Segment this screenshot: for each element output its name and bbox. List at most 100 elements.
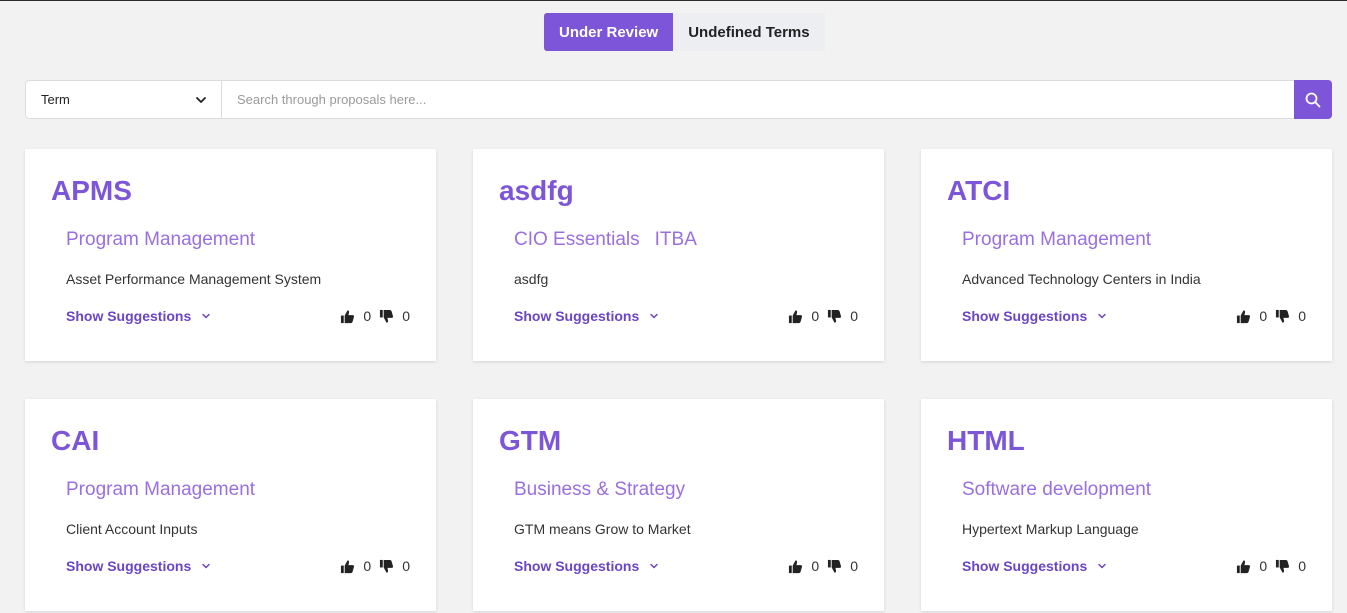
category-tag[interactable]: ITBA [655,229,697,251]
category-tag[interactable]: Program Management [66,479,255,501]
show-suggestions-button[interactable]: Show Suggestions [962,308,1107,324]
term-description: Client Account Inputs [66,521,198,537]
upvote-count: 0 [363,308,372,324]
upvote-button[interactable] [1236,559,1251,574]
show-suggestions-button[interactable]: Show Suggestions [514,308,659,324]
thumbs-down-icon [380,559,394,573]
chevron-down-icon [1098,313,1106,319]
upvote-count: 0 [363,558,372,574]
upvote-button[interactable] [788,559,803,574]
thumbs-down-icon [1276,559,1290,573]
show-suggestions-label: Show Suggestions [66,558,192,574]
proposal-card: CAI Program Management Client Account In… [25,399,436,611]
search-icon [1305,92,1321,107]
term-description: asdfg [514,271,549,287]
upvote-count: 0 [1259,558,1268,574]
thumbs-up-icon [789,559,803,573]
show-suggestions-label: Show Suggestions [514,308,640,324]
category-list: Software development [962,479,1151,501]
downvote-count: 0 [850,558,858,574]
show-suggestions-button[interactable]: Show Suggestions [66,558,211,574]
vote-controls: 0 0 [788,308,858,324]
thumbs-up-icon [1237,559,1251,573]
category-tag[interactable]: Program Management [962,229,1151,251]
vote-controls: 0 0 [1236,308,1306,324]
term-description: GTM means Grow to Market [514,521,691,537]
search-bar: Term [25,80,1332,119]
term-title: CAI [51,425,100,456]
search-button[interactable] [1294,80,1332,119]
vote-controls: 0 0 [788,558,858,574]
proposal-card: APMS Program Management Asset Performanc… [25,149,436,361]
show-suggestions-button[interactable]: Show Suggestions [66,308,211,324]
term-title: APMS [51,175,132,206]
downvote-button[interactable] [379,559,394,574]
term-description: Advanced Technology Centers in India [962,271,1201,287]
show-suggestions-label: Show Suggestions [962,558,1088,574]
thumbs-up-icon [789,309,803,323]
upvote-count: 0 [1259,308,1268,324]
show-suggestions-button[interactable]: Show Suggestions [962,558,1107,574]
category-list: Program Management [66,229,255,251]
category-tag[interactable]: Business & Strategy [514,479,685,501]
upvote-count: 0 [811,558,820,574]
downvote-count: 0 [402,308,410,324]
downvote-button[interactable] [827,559,842,574]
upvote-button[interactable] [788,309,803,324]
downvote-count: 0 [402,558,410,574]
downvote-button[interactable] [1275,309,1290,324]
search-filter-select[interactable]: Term [26,81,222,118]
thumbs-up-icon [341,559,355,573]
term-description: Hypertext Markup Language [962,521,1139,537]
category-tag[interactable]: Program Management [66,229,255,251]
proposal-card: ATCI Program Management Advanced Technol… [921,149,1332,361]
term-description: Asset Performance Management System [66,271,322,287]
vote-controls: 0 0 [340,558,410,574]
upvote-count: 0 [811,308,820,324]
downvote-count: 0 [850,308,858,324]
show-suggestions-button[interactable]: Show Suggestions [514,558,659,574]
downvote-button[interactable] [1275,559,1290,574]
proposal-card: asdfg CIO Essentials ITBA asdfg Show Sugg… [473,149,884,361]
term-title: HTML [947,425,1025,456]
thumbs-down-icon [828,559,842,573]
review-tabs: Under Review Undefined Terms [544,13,825,51]
show-suggestions-label: Show Suggestions [66,308,192,324]
upvote-button[interactable] [340,559,355,574]
tab-undefined-terms[interactable]: Undefined Terms [673,13,825,51]
show-suggestions-label: Show Suggestions [962,308,1088,324]
chevron-down-icon [1098,563,1106,569]
thumbs-up-icon [341,309,355,323]
thumbs-up-icon [1237,309,1251,323]
category-list: Business & Strategy [514,479,685,501]
term-title: GTM [499,425,562,456]
upvote-button[interactable] [1236,309,1251,324]
category-list: Program Management [66,479,255,501]
search-input[interactable] [222,81,1294,118]
search-filter-value: Term [41,92,70,107]
downvote-count: 0 [1298,558,1306,574]
term-title: asdfg [499,175,574,206]
category-tag[interactable]: Software development [962,479,1151,501]
downvote-button[interactable] [827,309,842,324]
proposal-card: HTML Software development Hypertext Mark… [921,399,1332,611]
thumbs-down-icon [1276,309,1290,323]
term-title: ATCI [947,175,1011,206]
chevron-down-icon [650,313,658,319]
vote-controls: 0 0 [1236,558,1306,574]
chevron-down-icon [202,313,210,319]
downvote-count: 0 [1298,308,1306,324]
category-tag[interactable]: CIO Essentials [514,229,640,251]
tab-under-review[interactable]: Under Review [544,13,674,51]
category-list: Program Management [962,229,1151,251]
vote-controls: 0 0 [340,308,410,324]
upvote-button[interactable] [340,309,355,324]
chevron-down-icon [196,96,206,103]
thumbs-down-icon [380,309,394,323]
category-list: CIO Essentials ITBA [514,229,697,251]
chevron-down-icon [650,563,658,569]
chevron-down-icon [202,563,210,569]
show-suggestions-label: Show Suggestions [514,558,640,574]
proposal-card: GTM Business & Strategy GTM means Grow t… [473,399,884,611]
downvote-button[interactable] [379,309,394,324]
